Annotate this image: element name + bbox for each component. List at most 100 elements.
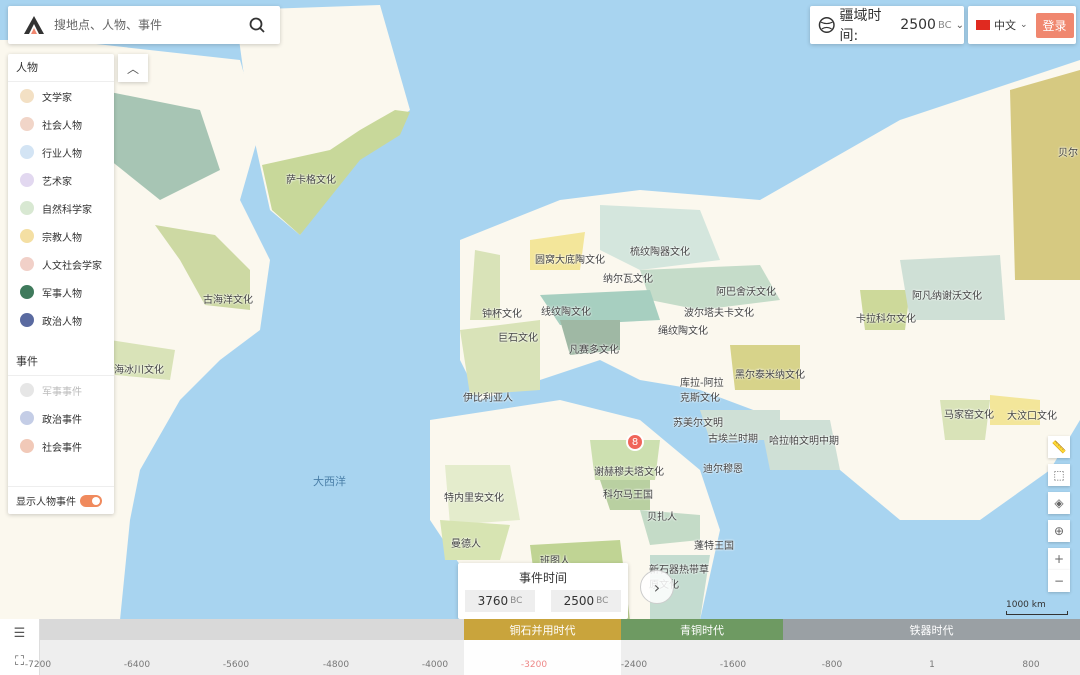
collapse-panel-button[interactable]: ︿ [118, 54, 148, 82]
era-band-bronze[interactable]: 青铜时代 [621, 619, 783, 640]
world-map[interactable]: 大西洋 萨卡格文化 古海洋文化 海冰川文化 圆窝大底陶文化 梳纹陶器文化 纳尔瓦… [0, 0, 1080, 620]
region-label[interactable]: 大汶口文化 [1007, 407, 1057, 422]
chevron-right-icon: › [653, 577, 661, 597]
tick-label: -7200 [24, 660, 52, 670]
filter-item-social[interactable]: 社会人物 [8, 110, 114, 138]
filter-item-label: 艺术家 [42, 176, 72, 188]
territory-time-selector[interactable]: 疆域时间: 2500 BC ⌄ [810, 6, 964, 44]
china-flag-icon [976, 20, 990, 30]
region-label[interactable]: 迪尔穆恩 [703, 460, 743, 475]
ruler-icon: 📏 [1051, 440, 1067, 454]
tick-label: -5600 [222, 660, 250, 670]
region-label[interactable]: 巨石文化 [498, 329, 538, 344]
globe-icon [818, 17, 835, 33]
area-icon: ⬚ [1053, 468, 1065, 482]
briefcase-icon [20, 145, 34, 159]
book-icon [20, 257, 34, 271]
region-label[interactable]: 蓬特王国 [694, 537, 734, 552]
filter-item-industry[interactable]: 行业人物 [8, 138, 114, 166]
region-label[interactable]: 谢赫穆夫塔文化 [594, 463, 664, 478]
region-label[interactable]: 绳纹陶文化 [658, 322, 708, 337]
event-cluster-marker[interactable]: 8 [626, 433, 644, 451]
chevron-down-icon[interactable]: ⌄ [1020, 20, 1028, 30]
ruler-tool[interactable]: 📏 [1048, 436, 1070, 458]
region-label[interactable]: 马家窑文化 [944, 406, 994, 421]
event-time-title: 事件时间 [518, 571, 567, 585]
filter-item-humanities[interactable]: 人文社会学家 [8, 250, 114, 278]
filter-item-label: 社会人物 [42, 120, 82, 132]
region-label[interactable]: 线纹陶文化 [541, 303, 591, 318]
region-label[interactable]: 梳纹陶器文化 [630, 243, 690, 258]
region-label[interactable]: 海冰川文化 [114, 361, 164, 376]
filter-item-scientist[interactable]: 自然科学家 [8, 194, 114, 222]
search-input[interactable] [54, 18, 240, 32]
zoom-out-button[interactable]: − [1048, 570, 1070, 592]
scale-label: 1000 km [1006, 600, 1046, 610]
area-tool[interactable]: ⬚ [1048, 464, 1070, 486]
scale-bar: 1000 km [1006, 600, 1068, 615]
filter-item-label: 政治人物 [42, 316, 82, 328]
era-label: 疆域时间: [839, 8, 882, 44]
region-label[interactable]: 哈拉帕文明中期 [769, 432, 839, 447]
era-band-iron[interactable]: 铁器时代 [783, 619, 1080, 640]
filter-item-writer[interactable]: 文学家 [8, 82, 114, 110]
list-icon[interactable]: ☰ [0, 619, 39, 647]
region-label[interactable]: 贝尔 [1058, 144, 1078, 159]
region-label[interactable]: 萨卡格文化 [286, 171, 336, 186]
region-label[interactable]: 古海洋文化 [203, 291, 253, 306]
filter-item-social-event[interactable]: 社会事件 [8, 432, 114, 460]
filter-panel: 人物 文学家 社会人物 行业人物 艺术家 自然科学家 宗教人物 人文社会学家 军… [8, 54, 114, 514]
filter-item-politics[interactable]: 政治人物 [8, 306, 114, 334]
region-label[interactable]: 特内里安文化 [444, 489, 504, 504]
region-label[interactable]: 钟杯文化 [482, 305, 522, 320]
tick-label: 1 [929, 660, 935, 670]
region-label[interactable]: 凡赛多文化 [569, 341, 619, 356]
filter-item-label: 文学家 [42, 92, 72, 104]
era-year: 2500 [900, 17, 936, 33]
region-label[interactable]: 黑尔泰米纳文化 [735, 366, 805, 381]
region-label[interactable]: 阿凡纳谢沃文化 [912, 287, 982, 302]
region-label[interactable]: 贝扎人 [647, 508, 677, 523]
region-label[interactable]: 圆窝大底陶文化 [535, 251, 605, 266]
toggle-label: 显示人物事件 [16, 497, 76, 508]
region-label[interactable]: 阿巴舍沃文化 [716, 283, 776, 298]
filter-item-military[interactable]: 军事人物 [8, 278, 114, 306]
filter-item-political-event[interactable]: 政治事件 [8, 404, 114, 432]
event-time-panel: 事件时间 3760 BC 2500 BC [458, 563, 628, 619]
tick-label: -1600 [719, 660, 747, 670]
document-icon [20, 411, 34, 425]
search-button[interactable] [240, 8, 274, 42]
region-label[interactable]: 古埃兰时期 [708, 430, 758, 445]
timeline[interactable]: ☰ ⛶ 铜石并用时代 青铜时代 铁器时代 -7200 -6400 -5600 -… [0, 619, 1080, 675]
region-label[interactable]: 科尔马王国 [603, 486, 653, 501]
logo-icon [22, 13, 46, 37]
filter-item-artist[interactable]: 艺术家 [8, 166, 114, 194]
locate-icon: ⊕ [1053, 524, 1065, 538]
language-selector[interactable]: 中文 [994, 17, 1016, 33]
next-button[interactable]: › [640, 570, 674, 604]
region-label[interactable]: 曼德人 [451, 535, 481, 550]
filter-item-label: 政治事件 [42, 414, 82, 426]
search-icon [249, 17, 265, 33]
layers-tool[interactable]: ◈ [1048, 492, 1070, 514]
region-label[interactable]: 库拉-阿拉克斯文化 [680, 374, 730, 404]
filter-item-religious[interactable]: 宗教人物 [8, 222, 114, 250]
zoom-in-button[interactable]: + [1048, 548, 1070, 570]
tick-label: -800 [821, 660, 843, 670]
event-start-field[interactable]: 3760 BC [465, 590, 535, 612]
palette-icon [20, 173, 34, 187]
show-events-toggle[interactable] [80, 494, 102, 507]
region-label[interactable]: 伊比利亚人 [463, 389, 513, 404]
era-band-chalcolithic[interactable]: 铜石并用时代 [464, 619, 621, 640]
locate-tool[interactable]: ⊕ [1048, 520, 1070, 542]
person-icon [20, 117, 34, 131]
event-end-field[interactable]: 2500 BC [551, 590, 621, 612]
region-label[interactable]: 波尔塔夫卡文化 [684, 304, 754, 319]
shield-icon [20, 383, 34, 397]
region-label[interactable]: 卡拉科尔文化 [856, 310, 916, 325]
filter-item-label: 宗教人物 [42, 232, 82, 244]
filter-item-military-event[interactable]: 军事事件 [8, 376, 114, 404]
region-label[interactable]: 纳尔瓦文化 [603, 270, 653, 285]
region-label[interactable]: 苏美尔文明 [673, 414, 723, 429]
login-button[interactable]: 登录 [1035, 12, 1074, 38]
